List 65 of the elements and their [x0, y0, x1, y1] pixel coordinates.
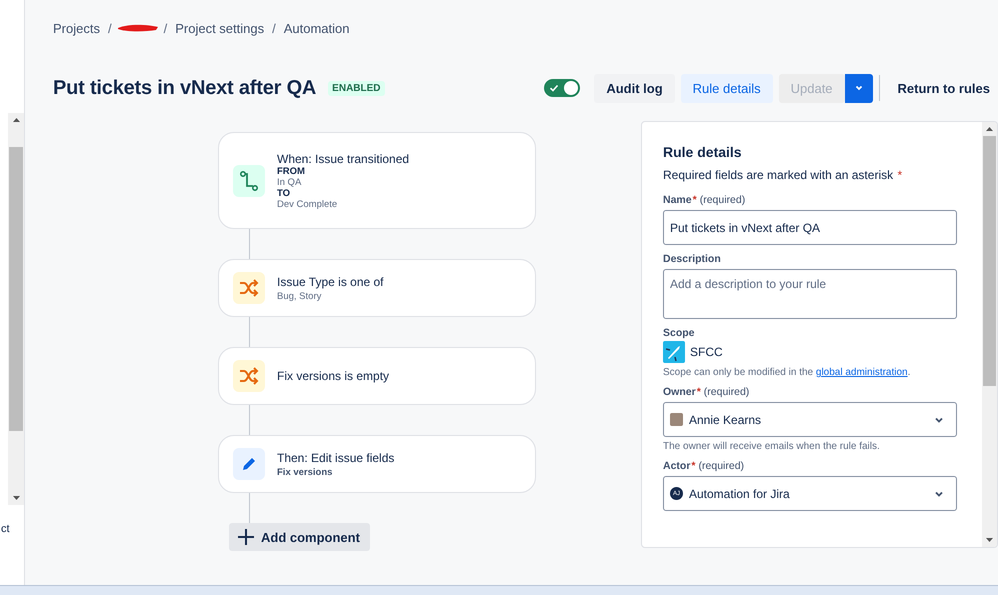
breadcrumb-separator: /	[272, 20, 276, 36]
toolbar-button[interactable]: Rule details	[680, 74, 773, 102]
scroll-down-icon[interactable]	[986, 538, 993, 542]
admin-link[interactable]: global administration	[816, 367, 908, 378]
name-input[interactable]: Put tickets in vNext after QA	[663, 210, 957, 245]
sidebar-text: ct	[1, 523, 11, 535]
scroll-down-icon[interactable]	[12, 496, 20, 500]
breadcrumb-link[interactable]: Automation	[284, 20, 350, 36]
description-textarea[interactable]: Add a description to your rule	[663, 269, 957, 319]
help-text: Scope can only be modified in the	[663, 367, 814, 378]
step-detail: TO	[277, 188, 292, 198]
rule-step-card[interactable]: Issue Type is one of Bug, Story	[218, 259, 536, 317]
field-label: Name	[663, 194, 692, 206]
add-component-button[interactable]: Add component	[229, 523, 370, 551]
panel-title: Rule details	[663, 144, 743, 160]
step-detail: FROM	[277, 166, 306, 176]
breadcrumb-link[interactable]: Projects	[53, 20, 100, 36]
step-title: Then: Edit issue fields	[277, 450, 394, 464]
user-select[interactable]: Annie Kearns	[663, 402, 957, 437]
shuffle-icon	[239, 279, 259, 297]
asterisk: *	[691, 460, 696, 472]
field-label: Owner	[663, 386, 696, 398]
breadcrumb-link[interactable]: Project settings	[175, 20, 264, 36]
pencil-icon	[240, 455, 258, 473]
avatar-placeholder	[670, 413, 683, 426]
step-title: When: Issue transitioned	[277, 152, 410, 166]
scrollbar[interactable]	[982, 122, 997, 547]
enable-toggle[interactable]	[544, 79, 580, 97]
step-detail: Dev Complete	[277, 198, 338, 210]
check-icon	[549, 83, 560, 93]
status-lozenge: ENABLED	[328, 80, 385, 96]
field-label: Actor	[663, 460, 690, 472]
required-note: (required)	[698, 460, 744, 472]
asterisk: *	[897, 168, 902, 182]
scroll-up-icon[interactable]	[12, 118, 20, 122]
chevron-down-icon	[854, 83, 864, 93]
plus-icon	[237, 528, 255, 546]
rule-step-card[interactable]: Fix versions is empty	[218, 347, 536, 405]
scrollbar[interactable]	[8, 113, 24, 505]
breadcrumb-separator: /	[108, 20, 112, 36]
step-detail: Bug, Story	[277, 290, 322, 302]
rule-step-card[interactable]: When: Issue transitioned FROM In QA TO Dev Complete	[218, 132, 536, 229]
dropdown-button[interactable]	[844, 74, 873, 102]
breadcrumb-separator: /	[164, 20, 168, 36]
help-text: The owner will receive emails when the rule fails.	[663, 441, 880, 452]
step-detail: Fix versions	[277, 466, 334, 478]
scroll-up-icon[interactable]	[986, 127, 993, 131]
rule-step-card[interactable]: Then: Edit issue fields Fix versions	[218, 435, 536, 493]
step-title: Issue Type is one of	[277, 274, 384, 288]
toolbar-button[interactable]: Audit log	[594, 74, 675, 102]
rule-title: Put tickets in vNext after QA	[53, 76, 316, 100]
asterisk: *	[692, 194, 697, 206]
step-detail: In QA	[277, 176, 302, 188]
field-label: Description	[663, 253, 721, 265]
scope-value: SFCC	[690, 345, 723, 359]
return-button[interactable]: Return to rules	[890, 74, 998, 102]
required-note: (required)	[704, 386, 750, 398]
help-text-end: .	[908, 367, 910, 378]
step-title: Fix versions is empty	[277, 369, 390, 383]
required-note: (required)	[700, 194, 746, 206]
shuffle-icon	[239, 367, 259, 385]
field-label: Scope	[663, 327, 695, 339]
intro-text: Required fields are marked with an asterisk	[663, 168, 894, 182]
asterisk: *	[696, 386, 701, 398]
path-icon	[239, 170, 259, 192]
